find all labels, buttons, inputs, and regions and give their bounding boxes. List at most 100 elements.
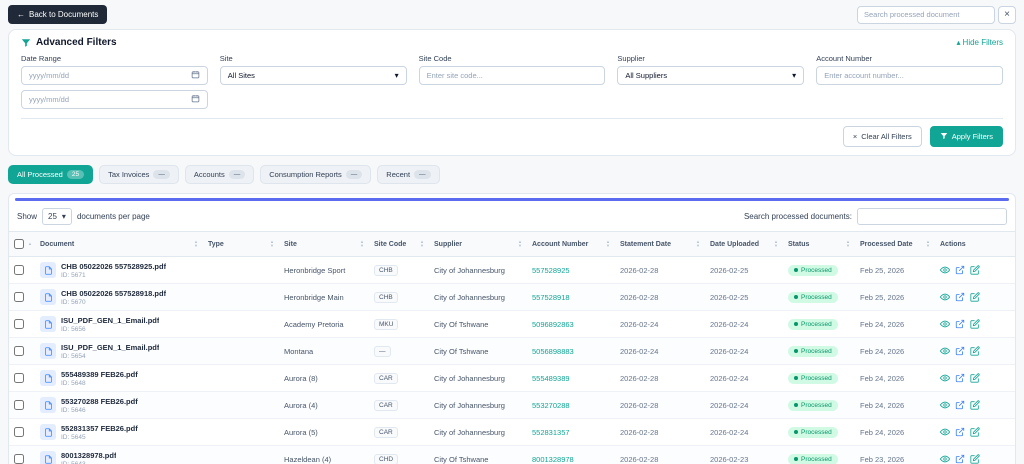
header-supplier[interactable]: Supplier ▲ ▼ <box>429 233 527 255</box>
chevron-down-icon: ▾ <box>792 71 797 80</box>
external-link-icon[interactable] <box>955 400 965 410</box>
account-number-cell: 552831357 <box>532 427 570 437</box>
view-eye-icon[interactable] <box>940 292 950 302</box>
document-name[interactable]: ISU_PDF_GEN_1_Email.pdf <box>61 316 159 325</box>
type-cell <box>203 374 279 382</box>
header-processed-date[interactable]: Processed Date ▲ ▼ <box>855 233 935 255</box>
header-site-code[interactable]: Site Code ▲ ▼ <box>369 233 429 255</box>
document-name[interactable]: 553270288 FEB26.pdf <box>61 397 138 406</box>
row-checkbox[interactable] <box>14 265 24 275</box>
header-account-number[interactable]: Account Number ▲ ▼ <box>527 233 615 255</box>
edit-pencil-icon[interactable] <box>970 400 980 410</box>
supplier-cell: City Of Tshwane <box>434 346 489 356</box>
row-checkbox[interactable] <box>14 373 24 383</box>
status-badge: Processed <box>788 399 838 411</box>
row-checkbox[interactable] <box>14 346 24 356</box>
edit-pencil-icon[interactable] <box>970 427 980 437</box>
view-eye-icon[interactable] <box>940 427 950 437</box>
account-number-cell: 557528918 <box>532 292 570 302</box>
external-link-icon[interactable] <box>955 265 965 275</box>
page-size-select[interactable]: 25 ▾ <box>42 208 72 225</box>
table-search-label: Search processed documents: <box>743 212 852 221</box>
documents-table-card: Show 25 ▾ documents per page Search proc… <box>8 193 1016 464</box>
header-status[interactable]: Status ▲ ▼ <box>783 233 855 255</box>
view-eye-icon[interactable] <box>940 319 950 329</box>
tab-all-processed[interactable]: All Processed 25 <box>8 165 94 184</box>
header-statement-date[interactable]: Statement Date ▲ ▼ <box>615 233 705 255</box>
edit-pencil-icon[interactable] <box>970 373 980 383</box>
sort-icon: ▲ ▼ <box>194 239 198 248</box>
edit-pencil-icon[interactable] <box>970 346 980 356</box>
account-number-cell: 5096892863 <box>532 319 574 329</box>
account-number-cell: 8001328978 <box>532 454 574 464</box>
date-to-input[interactable]: yyyy/mm/dd <box>21 90 208 109</box>
external-link-icon[interactable] <box>955 427 965 437</box>
tab-tax-invoices[interactable]: Tax Invoices — <box>99 165 179 184</box>
external-link-icon[interactable] <box>955 346 965 356</box>
document-name[interactable]: CHB 05022026 557528925.pdf <box>61 262 166 271</box>
site-cell: Aurora (4) <box>284 400 318 410</box>
external-link-icon[interactable] <box>955 373 965 383</box>
edit-pencil-icon[interactable] <box>970 265 980 275</box>
document-name[interactable]: CHB 05022026 557528918.pdf <box>61 289 166 298</box>
select-all-checkbox[interactable] <box>14 239 24 249</box>
header-date-uploaded[interactable]: Date Uploaded ▲ ▼ <box>705 233 783 255</box>
status-dot-icon <box>794 376 798 380</box>
date-from-input[interactable]: yyyy/mm/dd <box>21 66 208 85</box>
status-dot-icon <box>794 349 798 353</box>
view-eye-icon[interactable] <box>940 400 950 410</box>
account-number-cell: 553270288 <box>532 400 570 410</box>
document-name[interactable]: 555489389 FEB26.pdf <box>61 370 138 379</box>
edit-pencil-icon[interactable] <box>970 292 980 302</box>
document-name[interactable]: 8001328978.pdf <box>61 451 116 460</box>
row-checkbox[interactable] <box>14 454 24 464</box>
tab-accounts[interactable]: Accounts — <box>184 165 255 184</box>
back-to-documents-button[interactable]: ← Back to Documents <box>8 5 108 24</box>
tab-consumption-reports[interactable]: Consumption Reports — <box>260 165 372 184</box>
tab-label: Consumption Reports <box>269 170 342 179</box>
view-eye-icon[interactable] <box>940 265 950 275</box>
sort-icon: ▲ ▼ <box>774 239 778 248</box>
clear-all-filters-button[interactable]: × Clear All Filters <box>842 126 922 147</box>
table-controls: Show 25 ▾ documents per page Search proc… <box>9 203 1015 231</box>
supplier-cell: City of Johannesburg <box>434 292 505 302</box>
tabs: All Processed 25 Tax Invoices — Accounts… <box>8 165 1016 184</box>
topbar: ← Back to Documents × <box>0 0 1024 24</box>
document-name[interactable]: 552831357 FEB26.pdf <box>61 424 138 433</box>
tab-recent[interactable]: Recent — <box>377 165 440 184</box>
header-type[interactable]: Type ▲ ▼ <box>203 233 279 255</box>
view-eye-icon[interactable] <box>940 454 950 464</box>
advanced-filters-panel: Advanced Filters ▴ Hide Filters Date Ran… <box>8 29 1016 156</box>
external-link-icon[interactable] <box>955 292 965 302</box>
horizontal-scrollbar[interactable] <box>15 198 1009 201</box>
supplier-select[interactable]: All Suppliers ▾ <box>617 66 805 85</box>
external-link-icon[interactable] <box>955 454 965 464</box>
header-site[interactable]: Site ▲ ▼ <box>279 233 369 255</box>
row-checkbox[interactable] <box>14 400 24 410</box>
status-badge: Processed <box>788 345 838 357</box>
row-checkbox[interactable] <box>14 319 24 329</box>
edit-pencil-icon[interactable] <box>970 454 980 464</box>
top-search-input[interactable] <box>857 5 995 24</box>
processed-date-cell: Feb 24, 2026 <box>860 319 905 329</box>
table-row: ISU_PDF_GEN_1_Email.pdf ID: 5656 Academy… <box>9 311 1015 338</box>
external-link-icon[interactable] <box>955 319 965 329</box>
site-select[interactable]: All Sites ▾ <box>219 66 407 85</box>
status-dot-icon <box>794 295 798 299</box>
site-code-input[interactable]: Enter site code... <box>418 66 606 85</box>
close-search-button[interactable]: × <box>998 5 1016 24</box>
view-eye-icon[interactable] <box>940 373 950 383</box>
document-name[interactable]: ISU_PDF_GEN_1_Email.pdf <box>61 343 159 352</box>
account-number-input[interactable]: Enter account number... <box>816 66 1003 85</box>
row-checkbox[interactable] <box>14 292 24 302</box>
table-search-input[interactable] <box>857 208 1007 225</box>
statement-date-cell: 2026-02-28 <box>620 373 659 383</box>
type-cell <box>203 428 279 436</box>
header-document[interactable]: Document ▲ ▼ <box>35 233 203 255</box>
row-checkbox[interactable] <box>14 427 24 437</box>
view-eye-icon[interactable] <box>940 346 950 356</box>
edit-pencil-icon[interactable] <box>970 319 980 329</box>
status-dot-icon <box>794 403 798 407</box>
hide-filters-link[interactable]: ▴ Hide Filters <box>957 38 1003 47</box>
apply-filters-button[interactable]: Apply Filters <box>929 126 1003 147</box>
